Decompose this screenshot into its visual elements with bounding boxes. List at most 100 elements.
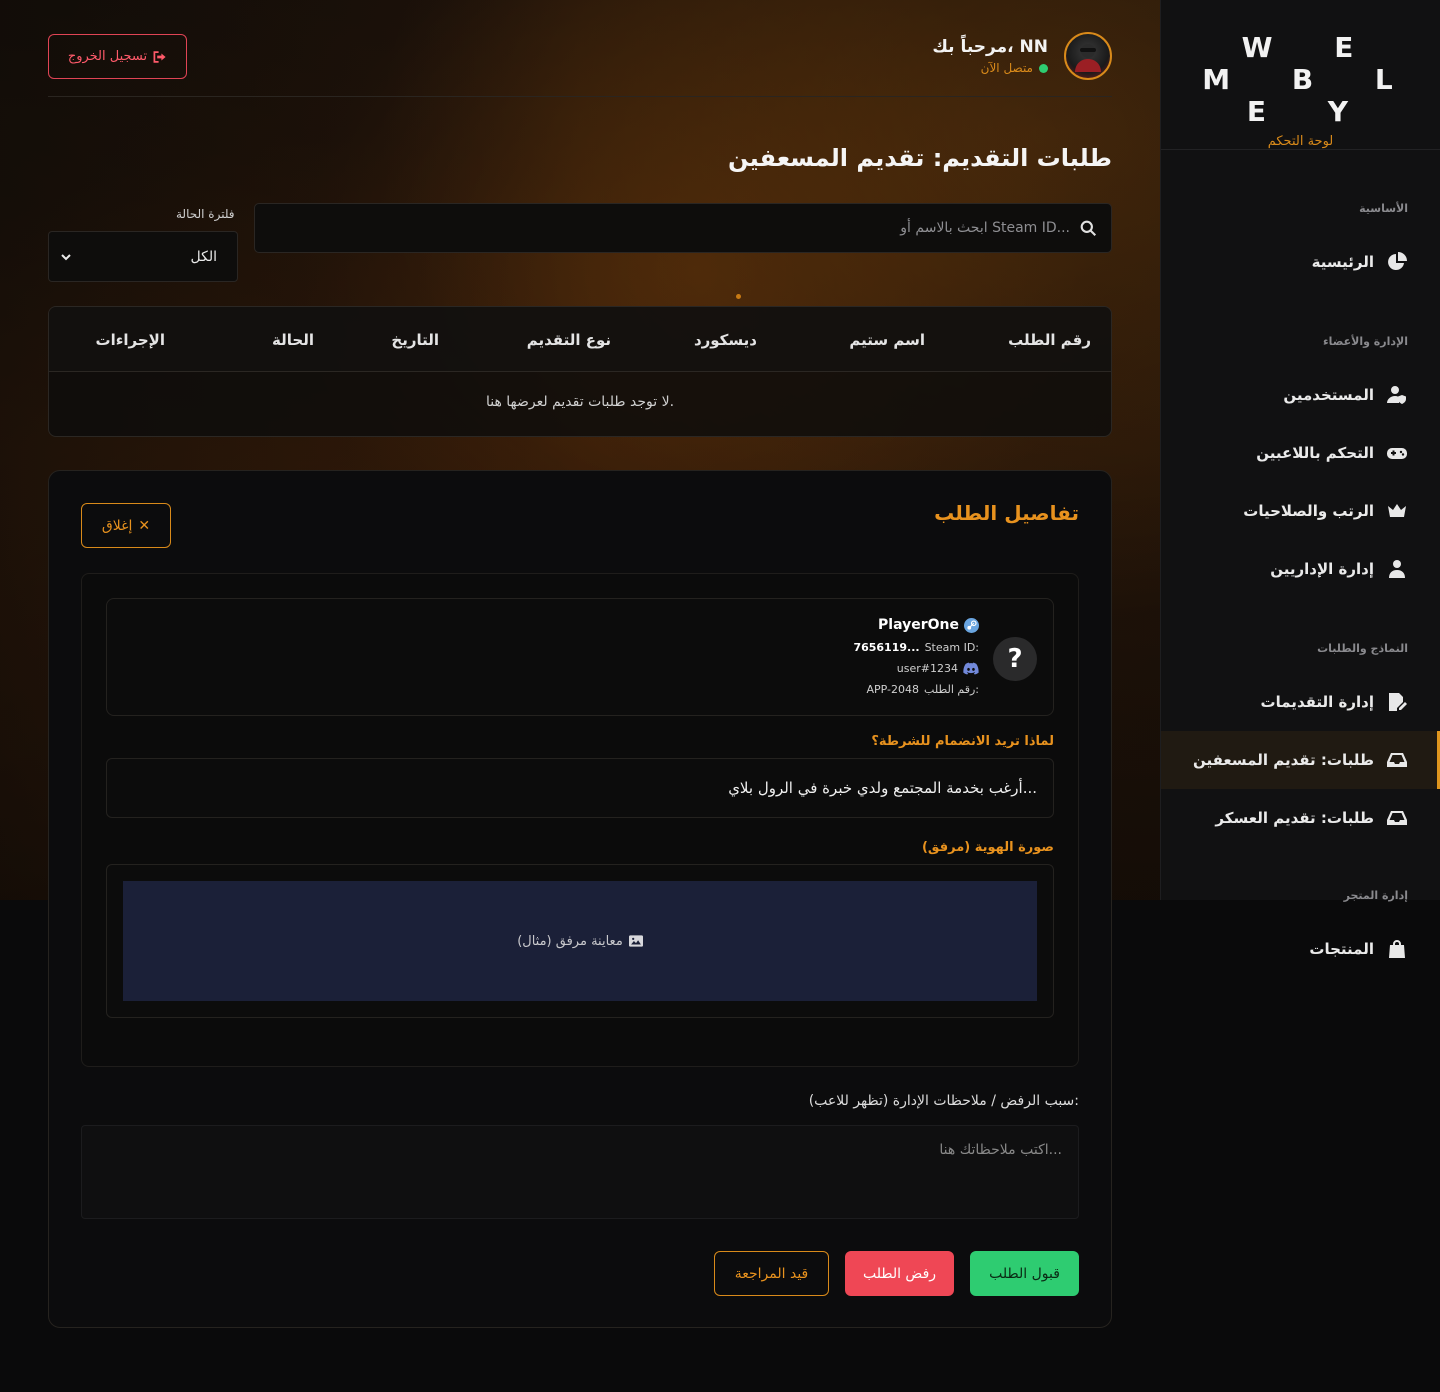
accept-button[interactable]: قبول الطلب — [970, 1251, 1079, 1296]
player-name-row: PlayerOne — [853, 617, 979, 633]
sidebar-item-products[interactable]: المنتجات — [1161, 920, 1440, 978]
question-label: لماذا تريد الانضمام للشرطة؟ — [871, 734, 1054, 749]
answer-box: أرغب بخدمة المجتمع ولدي خبرة في الرول بل… — [106, 758, 1054, 818]
attachment-box: معاينة مرفق (مثال) — [106, 864, 1054, 1018]
avatar[interactable] — [1064, 32, 1112, 80]
attachment-preview-label: معاينة مرفق (مثال) — [517, 933, 623, 949]
user-tie-icon — [1386, 558, 1408, 580]
search-icon — [1080, 220, 1097, 236]
sidebar-item-label: طلبات: تقديم العسكر — [1215, 809, 1374, 827]
filter-value: الكل — [190, 248, 218, 265]
sign-out-icon — [153, 50, 166, 63]
request-id-row: APP-2048 رقم الطلب: — [853, 683, 980, 696]
shopping-bag-icon — [1386, 938, 1408, 960]
image-icon — [628, 935, 643, 947]
status-filter-select[interactable]: الكل — [48, 231, 238, 282]
col-discord: ديسكورد — [693, 331, 757, 349]
sidebar-item-users[interactable]: المستخدمين — [1161, 366, 1440, 424]
avatar-image — [1075, 44, 1101, 72]
sidebar-item-military-requests[interactable]: طلبات: تقديم العسكر — [1161, 789, 1440, 847]
sidebar-item-label: طلبات: تقديم المسعفين — [1193, 751, 1374, 769]
col-actions: الإجراءات — [95, 331, 165, 349]
online-dot — [1039, 63, 1048, 73]
unknown-avatar-icon: ? — [993, 637, 1037, 681]
welcome-text: مرحباً بك، NN — [932, 37, 1048, 57]
requests-table: رقم الطلب اسم ستيم ديسكورد نوع التقديم ا… — [48, 306, 1112, 437]
sidebar-item-label: الرتب والصلاحيات — [1243, 502, 1374, 520]
filter-label: فلترة الحالة — [176, 207, 235, 221]
nav-section-title: إدارة المتجر — [1343, 889, 1408, 902]
page-title: طلبات التقديم: تقديم المسعفين — [728, 144, 1112, 172]
sidebar-item-players[interactable]: التحكم باللاعبين — [1161, 424, 1440, 482]
gamepad-icon — [1386, 442, 1408, 464]
details-content: ? PlayerOne 7656119... Steam ID: user#12… — [81, 573, 1079, 1067]
sidebar-item-home[interactable]: الرئيسية — [1161, 233, 1440, 291]
online-status: متصل الآن — [932, 61, 1048, 75]
user-info: مرحباً بك، NN متصل الآن — [932, 32, 1112, 80]
file-signature-icon — [1386, 691, 1408, 713]
steam-id-label: Steam ID: — [924, 641, 979, 654]
sidebar-item-label: المستخدمين — [1283, 386, 1374, 404]
discord-tag: user#1234 — [896, 662, 958, 675]
sidebar-item-label: إدارة الإداريين — [1270, 560, 1374, 578]
nav-section-title: الأساسية — [1359, 202, 1408, 215]
sidebar-item-admins[interactable]: إدارة الإداريين — [1161, 540, 1440, 598]
sidebar-item-label: إدارة التقديمات — [1260, 693, 1374, 711]
sidebar-item-label: التحكم باللاعبين — [1256, 444, 1374, 462]
chart-pie-icon — [1386, 251, 1408, 273]
nav-section-title: الإدارة والأعضاء — [1323, 335, 1408, 348]
notes-textarea[interactable]: اكتب ملاحظاتك هنا... — [81, 1125, 1079, 1219]
decorative-dot — [736, 294, 741, 299]
logout-button[interactable]: تسجيل الخروج — [48, 34, 187, 79]
discord-icon — [963, 662, 979, 675]
reject-button[interactable]: رفض الطلب — [845, 1251, 954, 1296]
request-id-label: رقم الطلب: — [924, 683, 979, 696]
under-review-button[interactable]: قيد المراجعة — [714, 1251, 829, 1296]
player-name: PlayerOne — [878, 617, 959, 633]
col-steam-name: اسم ستيم — [849, 331, 925, 349]
crown-icon — [1386, 500, 1408, 522]
attachment-label: صورة الهوية (مرفق) — [921, 840, 1054, 855]
sidebar-item-label: المنتجات — [1309, 940, 1374, 958]
close-label: إغلاق — [101, 517, 133, 534]
chevron-down-icon — [61, 253, 71, 260]
logout-label: تسجيل الخروج — [67, 49, 148, 64]
col-application-type: نوع التقديم — [526, 331, 611, 349]
inbox-icon — [1386, 807, 1408, 829]
request-details-panel: تفاصيل الطلب إغلاق ✕ ? PlayerOne 7656119… — [48, 470, 1112, 1328]
discord-row: user#1234 — [853, 662, 979, 675]
steam-id-row: 7656119... Steam ID: — [853, 641, 979, 654]
sidebar-item-medic-requests[interactable]: طلبات: تقديم المسعفين — [1161, 731, 1440, 789]
online-status-label: متصل الآن — [980, 61, 1033, 75]
player-info: PlayerOne 7656119... Steam ID: user#1234… — [853, 617, 979, 696]
player-card: ? PlayerOne 7656119... Steam ID: user#12… — [106, 598, 1054, 716]
search-placeholder: ابحث بالاسم أو Steam ID... — [900, 220, 1070, 236]
request-id-value: APP-2048 — [866, 683, 920, 696]
table-header: رقم الطلب اسم ستيم ديسكورد نوع التقديم ا… — [49, 307, 1111, 372]
sidebar-item-label: الرئيسية — [1311, 253, 1374, 271]
brand: W E M B L E Y لوحة التحكم — [1161, 0, 1440, 150]
attachment-preview[interactable]: معاينة مرفق (مثال) — [123, 881, 1037, 1001]
nav-section-title: النماذج والطلبات — [1317, 642, 1408, 655]
close-icon: ✕ — [138, 517, 151, 534]
details-title: تفاصيل الطلب — [934, 501, 1079, 525]
col-status: الحالة — [272, 331, 314, 349]
search-input[interactable]: ابحث بالاسم أو Steam ID... — [254, 203, 1112, 253]
col-date: التاريخ — [391, 331, 439, 349]
sidebar-item-ranks[interactable]: الرتب والصلاحيات — [1161, 482, 1440, 540]
sidebar-item-applications[interactable]: إدارة التقديمات — [1161, 673, 1440, 731]
brand-subtitle: لوحة التحكم — [1267, 134, 1334, 149]
top-header: تسجيل الخروج مرحباً بك، NN متصل الآن — [48, 28, 1112, 97]
user-text: مرحباً بك، NN متصل الآن — [932, 37, 1048, 75]
notes-label: سبب الرفض / ملاحظات الإدارة (تظهر للاعب)… — [808, 1093, 1079, 1109]
notes-placeholder: اكتب ملاحظاتك هنا... — [939, 1142, 1062, 1158]
user-shield-icon — [1386, 384, 1408, 406]
inbox-icon — [1386, 749, 1408, 771]
col-request-id: رقم الطلب — [1008, 331, 1091, 349]
brand-name: W E M B L E Y — [1202, 31, 1419, 128]
close-button[interactable]: إغلاق ✕ — [81, 503, 171, 548]
steam-icon — [964, 617, 979, 633]
sidebar: W E M B L E Y لوحة التحكم الأساسية الرئي… — [1160, 0, 1440, 958]
steam-id-value: 7656119... — [853, 641, 920, 654]
empty-table-message: لا توجد طلبات تقديم لعرضها هنا. — [485, 394, 675, 410]
